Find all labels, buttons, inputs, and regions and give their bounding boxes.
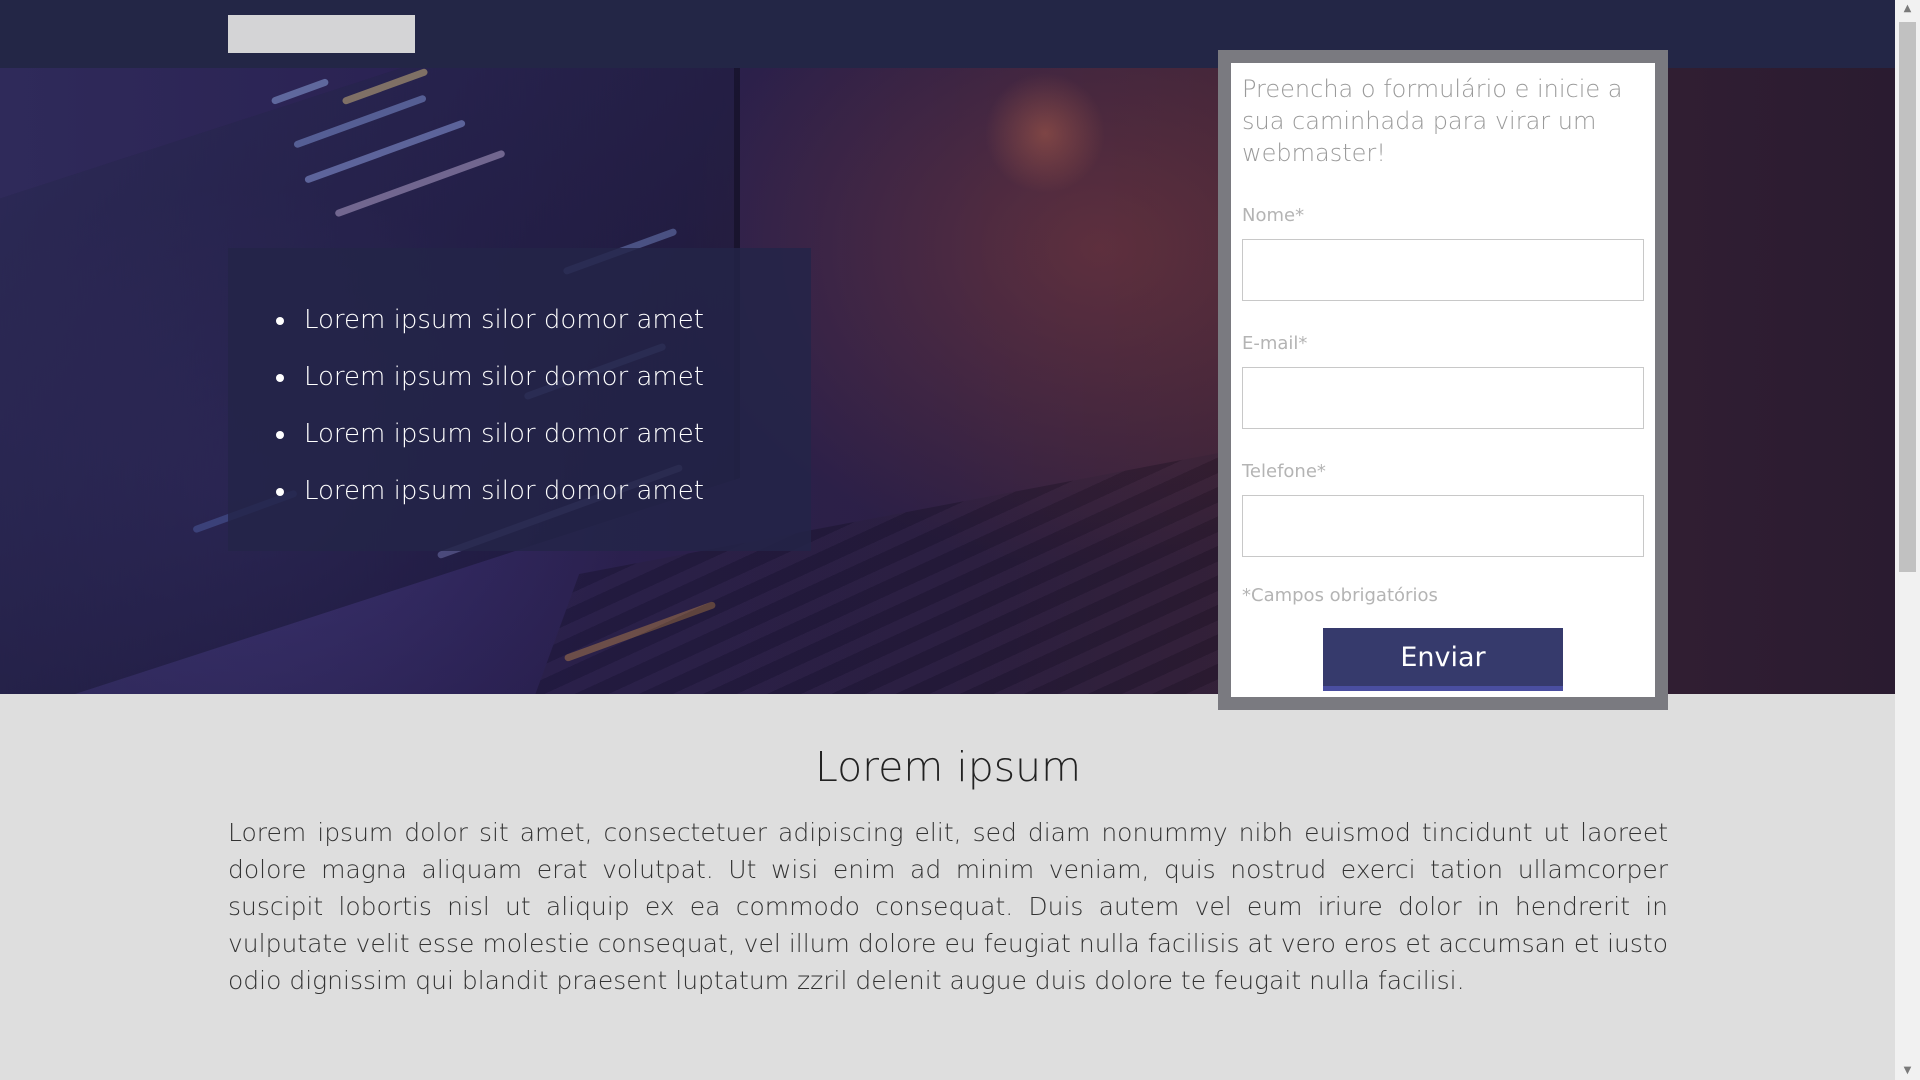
signup-form-container: Preencha o formulário e inicie a sua cam… [1218, 50, 1668, 710]
scroll-down-arrow-icon[interactable]: ▼ [1895, 1062, 1920, 1080]
scroll-up-arrow-icon[interactable]: ▲ [1895, 0, 1920, 18]
content-section: Lorem ipsum Lorem ipsum dolor sit amet, … [228, 740, 1668, 999]
features-list: Lorem ipsum silor domor amet Lorem ipsum… [298, 303, 811, 508]
features-box: Lorem ipsum silor domor amet Lorem ipsum… [228, 248, 811, 551]
email-label: E-mail* [1242, 333, 1308, 354]
required-fields-note: *Campos obrigatórios [1242, 585, 1438, 606]
signup-form: Preencha o formulário e inicie a sua cam… [1231, 63, 1655, 697]
phone-label: Telefone* [1242, 461, 1326, 482]
name-field[interactable] [1242, 239, 1644, 301]
logo-placeholder[interactable] [228, 15, 415, 53]
section-paragraph: Lorem ipsum dolor sit amet, consectetuer… [228, 818, 1668, 995]
phone-field[interactable] [1242, 495, 1644, 557]
email-field[interactable] [1242, 367, 1644, 429]
page: Lorem ipsum silor domor amet Lorem ipsum… [0, 0, 1920, 1080]
form-title: Preencha o formulário e inicie a sua cam… [1242, 75, 1623, 167]
feature-item: Lorem ipsum silor domor amet [298, 417, 811, 451]
section-heading: Lorem ipsum [814, 743, 1082, 791]
feature-item: Lorem ipsum silor domor amet [298, 474, 811, 508]
feature-item: Lorem ipsum silor domor amet [298, 360, 811, 394]
feature-item: Lorem ipsum silor domor amet [298, 303, 811, 337]
name-label: Nome* [1242, 205, 1305, 226]
vertical-scrollbar[interactable]: ▲ ▼ [1895, 0, 1920, 1080]
scrollbar-thumb[interactable] [1899, 22, 1916, 572]
submit-button[interactable]: Enviar [1323, 628, 1563, 691]
